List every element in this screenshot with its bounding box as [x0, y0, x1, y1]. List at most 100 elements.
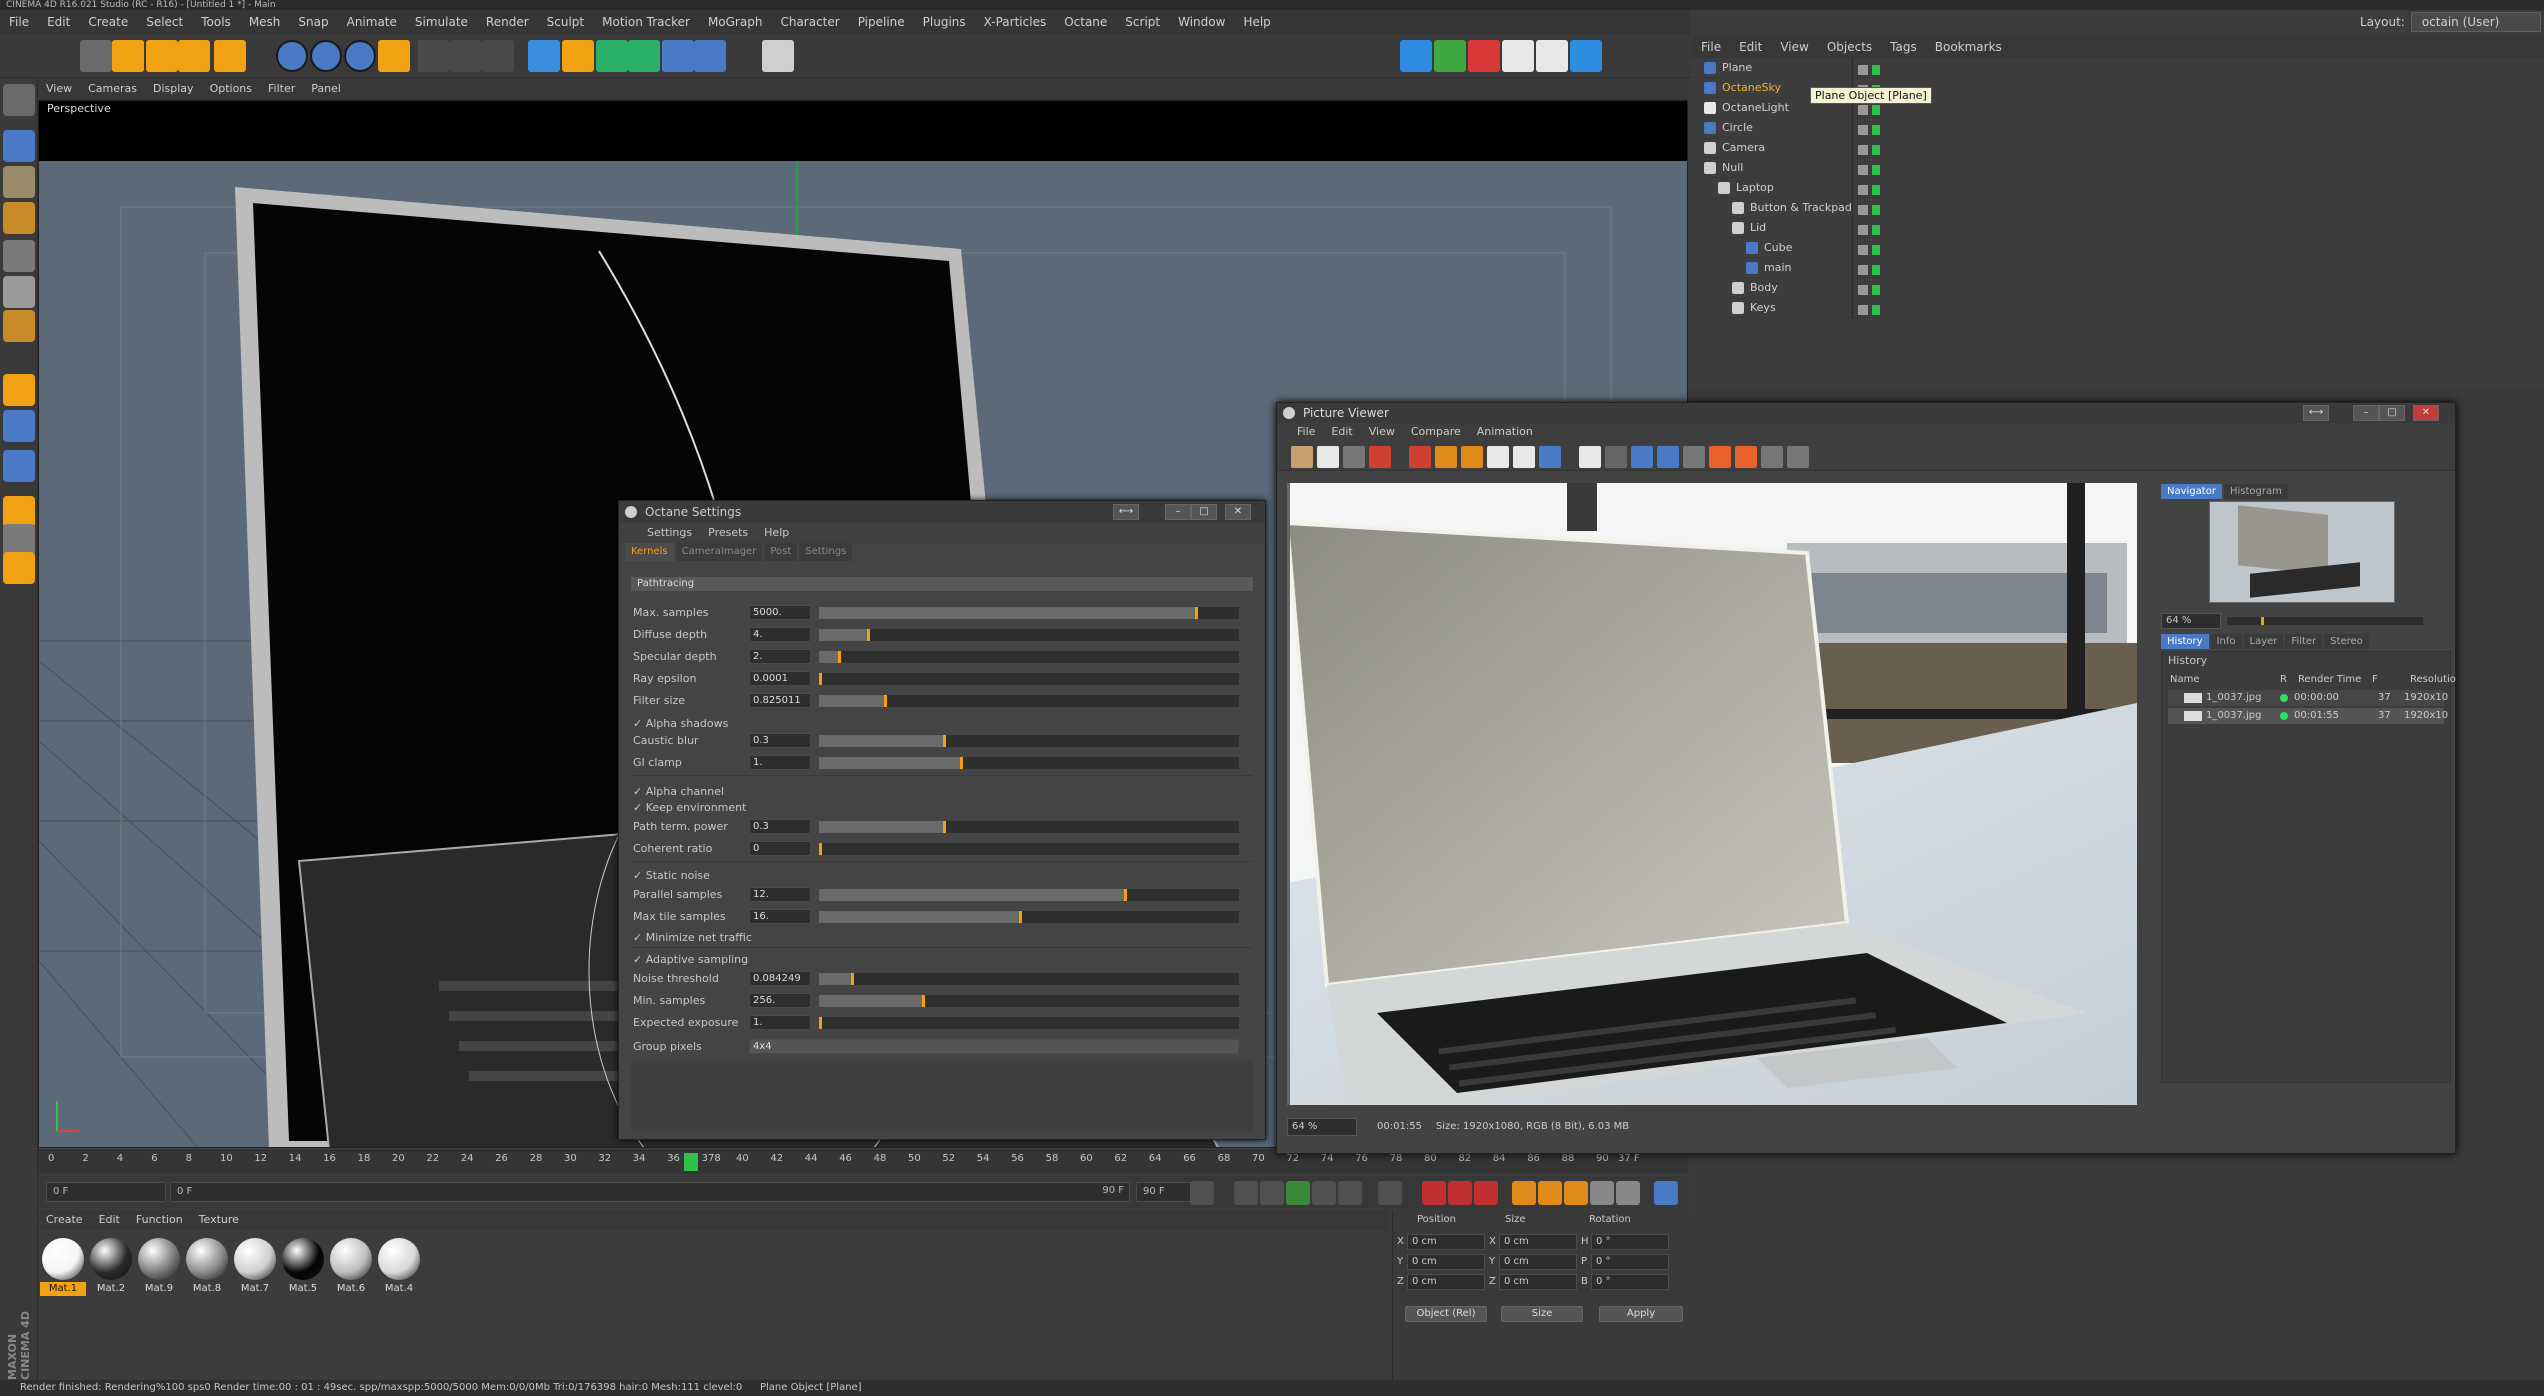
octane-dock-button[interactable]: ⟷ [1113, 504, 1139, 520]
octane-tab-kernels[interactable]: Kernels [625, 543, 674, 561]
coord-size-dropdown[interactable]: Size [1501, 1306, 1583, 1322]
octane-material-icon[interactable] [1502, 40, 1534, 72]
grid-view-icon[interactable] [1657, 446, 1679, 468]
deformer-icon[interactable] [662, 40, 694, 72]
render-pv-icon[interactable] [450, 40, 482, 72]
navigator-zoom-slider[interactable] [2227, 617, 2423, 625]
octane-check-alpha-channel[interactable]: ✓ Alpha channel [633, 785, 724, 799]
camera-icon[interactable] [728, 40, 760, 72]
menu-script[interactable]: Script [1116, 10, 1169, 34]
render-active-icon[interactable] [1409, 446, 1431, 468]
param-slider[interactable] [819, 607, 1239, 619]
param-slider[interactable] [819, 911, 1239, 923]
param-value-field[interactable]: 0.3 [749, 733, 811, 748]
octane-check-adaptive-sampling[interactable]: ✓ Adaptive sampling [633, 953, 748, 967]
timeline-end-field[interactable]: 37 F [1618, 1153, 1640, 1164]
viewport-menu-view[interactable]: View [38, 78, 80, 100]
rotate-icon[interactable] [178, 40, 210, 72]
param-value-field[interactable]: 2. [749, 649, 811, 664]
menu-edit[interactable]: Edit [38, 10, 79, 34]
pv-maximize-button[interactable]: □ [2379, 405, 2405, 421]
param-value-field[interactable]: 1. [749, 755, 811, 770]
edges-mode-icon[interactable] [3, 276, 35, 308]
subdivision-icon[interactable] [596, 40, 628, 72]
model-mode-icon[interactable] [3, 130, 35, 162]
render-region-icon[interactable] [1369, 446, 1391, 468]
object-menu-objects[interactable]: Objects [1818, 36, 1881, 58]
prev-frame-button[interactable] [1260, 1181, 1284, 1205]
visibility-flags[interactable] [1858, 242, 1888, 255]
tweak-icon[interactable] [3, 410, 35, 442]
object-row-keys[interactable]: Keys [1692, 298, 2542, 318]
pv-zoom-field[interactable]: 64 % [1287, 1118, 1357, 1136]
object-row-plane[interactable]: Plane [1692, 58, 2542, 78]
pv-minimize-button[interactable]: – [2353, 405, 2379, 421]
coord-pos-field[interactable]: 0 cm [1407, 1254, 1485, 1270]
param-value-field[interactable]: 0.084249 [749, 971, 811, 986]
recent-tools-icon[interactable] [214, 40, 246, 72]
param-slider[interactable] [819, 735, 1239, 747]
octane-scroll-area[interactable] [631, 1061, 1253, 1131]
pv-dock-button[interactable]: ⟷ [2303, 405, 2329, 421]
octane-title-bar[interactable]: Octane Settings ⟷ – □ ✕ [619, 501, 1265, 523]
menu-render[interactable]: Render [477, 10, 538, 34]
layout-selector[interactable]: Layout: octain (User) [2360, 10, 2541, 34]
param-slider-handle[interactable] [819, 843, 822, 855]
octane-menu-settings[interactable]: Settings [647, 523, 708, 543]
texture-mode-icon[interactable] [3, 166, 35, 198]
param-slider[interactable] [819, 889, 1239, 901]
kernel-dropdown[interactable]: Pathtracing [631, 577, 1253, 591]
next-key-button[interactable] [1338, 1181, 1362, 1205]
param-slider-handle[interactable] [819, 1017, 822, 1029]
param-slider-handle[interactable] [943, 821, 946, 833]
material-mat-2[interactable]: Mat.2 [88, 1238, 134, 1296]
layout-dropdown[interactable]: octain (User) [2410, 12, 2541, 32]
save-icon[interactable] [1317, 446, 1339, 468]
visibility-flags[interactable] [1858, 122, 1888, 135]
param-value-field[interactable]: 5000. [749, 605, 811, 620]
octane-maximize-button[interactable]: □ [1191, 504, 1217, 520]
axis-icon[interactable] [3, 374, 35, 406]
visibility-flags[interactable] [1858, 202, 1888, 215]
points-mode-icon[interactable] [3, 240, 35, 272]
history-row[interactable]: 1_0037.jpg 00:00:00 37 1920x10 [2168, 690, 2448, 706]
param-slider-handle[interactable] [884, 695, 888, 707]
object-menu-edit[interactable]: Edit [1730, 36, 1771, 58]
prev-key-button[interactable] [1234, 1181, 1258, 1205]
pv-title-bar[interactable]: Picture Viewer ⟷ – □ ✕ [1277, 403, 2455, 423]
object-row-camera[interactable]: Camera [1692, 138, 2542, 158]
octane-tab-settings[interactable]: Settings [799, 543, 853, 561]
menu-pipeline[interactable]: Pipeline [849, 10, 914, 34]
material-mat-4[interactable]: Mat.4 [376, 1238, 422, 1296]
current-frame-marker[interactable] [684, 1153, 699, 1171]
live-select-icon[interactable] [80, 40, 112, 72]
octane-minimize-button[interactable]: – [1165, 504, 1191, 520]
menu-create[interactable]: Create [79, 10, 137, 34]
coord-rot-field[interactable]: 0 ° [1591, 1234, 1669, 1250]
material-menu-edit[interactable]: Edit [91, 1210, 128, 1230]
compare-icon[interactable] [1513, 446, 1535, 468]
param-value-field[interactable]: 4. [749, 627, 811, 642]
menu-mesh[interactable]: Mesh [240, 10, 290, 34]
z-axis-icon[interactable] [344, 40, 376, 72]
y-axis-icon[interactable] [310, 40, 342, 72]
scale-icon[interactable] [146, 40, 178, 72]
octane-menu-help[interactable]: Help [764, 523, 805, 543]
menu-sculpt[interactable]: Sculpt [538, 10, 593, 34]
param-slider-handle[interactable] [819, 673, 822, 685]
key-position-button[interactable] [1512, 1181, 1536, 1205]
octane-check-minimize-net-traffic[interactable]: ✓ Minimize net traffic [633, 931, 752, 945]
settings-icon[interactable] [1343, 446, 1365, 468]
param-slider[interactable] [819, 673, 1239, 685]
param-slider[interactable] [819, 973, 1239, 985]
param-value-field[interactable]: 0.0001 [749, 671, 811, 686]
menu-simulate[interactable]: Simulate [406, 10, 477, 34]
octane-close-button[interactable]: ✕ [1225, 504, 1251, 520]
param-slider-handle[interactable] [943, 735, 946, 747]
render-settings-icon[interactable] [482, 40, 514, 72]
pv-menu-edit[interactable]: Edit [1331, 423, 1368, 441]
history-tab-history[interactable]: History [2161, 634, 2209, 649]
param-slider[interactable] [819, 1017, 1239, 1029]
floor-icon[interactable] [694, 40, 726, 72]
object-menu-tags[interactable]: Tags [1881, 36, 1926, 58]
